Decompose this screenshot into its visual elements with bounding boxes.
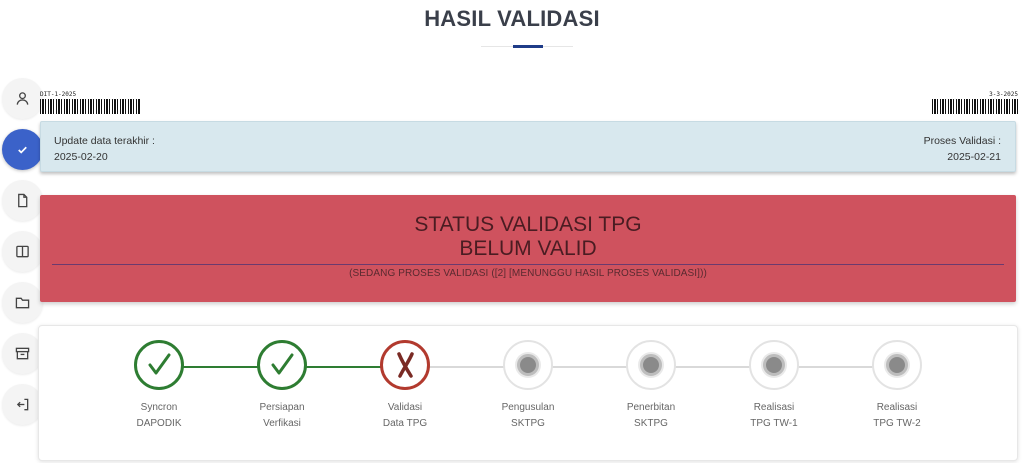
archive-icon: [15, 347, 30, 360]
update-label: Update data terakhir :: [54, 135, 155, 147]
document-icon: [18, 193, 28, 208]
step-status-circle: [749, 340, 799, 390]
step-label-line1: Realisasi: [876, 402, 918, 413]
pending-dot-icon: [640, 354, 662, 376]
pending-dot-icon: [886, 354, 908, 376]
status-note: (SEDANG PROSES VALIDASI ([2] [MENUNGGU H…: [349, 268, 707, 279]
status-banner: STATUS VALIDASI TPG BELUM VALID (SEDANG …: [40, 195, 1016, 302]
update-value: 2025-02-20: [54, 151, 108, 163]
proses-value: 2025-02-21: [947, 151, 1001, 163]
step-label-line1: Realisasi: [753, 402, 795, 413]
title-divider-accent: [513, 45, 543, 48]
step-penerbitan-sktpg[interactable]: Penerbitan SKTPG: [591, 340, 711, 432]
step-label-line2: DAPODIK: [136, 418, 182, 429]
step-label: Syncron DAPODIK: [99, 400, 219, 432]
folder-icon: [15, 297, 30, 309]
step-realisasi-tpg-tw1[interactable]: Realisasi TPG TW-1: [714, 340, 834, 432]
step-label: Penerbitan SKTPG: [591, 400, 711, 432]
step-label-line2: SKTPG: [634, 418, 668, 429]
barcode-left-bars: [40, 99, 140, 114]
checkmark-icon: [148, 353, 171, 375]
proses-info: Proses Validasi : 2025-02-21: [924, 133, 1001, 165]
book-icon: [16, 245, 29, 258]
user-icon: [16, 92, 29, 105]
step-label-line1: Validasi: [387, 402, 423, 413]
step-label: Realisasi TPG TW-1: [714, 400, 834, 432]
progress-steps-panel: Syncron DAPODIK Persiapan Verfikasi Vali…: [38, 325, 1018, 461]
step-status-circle: [380, 340, 430, 390]
step-status-circle: [872, 340, 922, 390]
rail-button-profile[interactable]: [2, 78, 43, 119]
step-label-line2: SKTPG: [511, 418, 545, 429]
rail-button-archive[interactable]: [2, 333, 43, 374]
pending-dot-icon: [517, 354, 539, 376]
cross-icon: [397, 352, 414, 378]
step-label-line2: TPG TW-1: [750, 418, 798, 429]
step-label-line1: Syncron: [140, 402, 178, 413]
step-status-circle: [257, 340, 307, 390]
step-realisasi-tpg-tw2[interactable]: Realisasi TPG TW-2: [837, 340, 957, 432]
rail-button-validasi[interactable]: [2, 129, 43, 170]
rail-button-logout[interactable]: [2, 384, 43, 425]
step-validasi-data-tpg[interactable]: Validasi Data TPG: [345, 340, 465, 432]
barcode-right: 3-3-2025: [932, 90, 1018, 114]
rail-button-document[interactable]: [2, 180, 43, 221]
step-label: Realisasi TPG TW-2: [837, 400, 957, 432]
step-label-line2: TPG TW-2: [873, 418, 921, 429]
status-value: BELUM VALID: [459, 237, 597, 260]
barcode-left-text: DIT-1-2025: [40, 91, 77, 98]
page-title: HASIL VALIDASI: [424, 6, 600, 31]
check-icon: [18, 146, 27, 154]
checkmark-icon: [271, 353, 294, 375]
step-label: Persiapan Verfikasi: [222, 400, 342, 432]
step-status-circle: [134, 340, 184, 390]
pending-dot-icon: [763, 354, 785, 376]
step-label-line1: Persiapan: [259, 402, 305, 413]
step-persiapan-verfikasi[interactable]: Persiapan Verfikasi: [222, 340, 342, 432]
step-syncron-dapodik[interactable]: Syncron DAPODIK: [99, 340, 219, 432]
update-info: Update data terakhir : 2025-02-20: [54, 133, 155, 165]
step-label-line1: Penerbitan: [626, 402, 676, 413]
barcode-right-text: 3-3-2025: [989, 91, 1018, 98]
step-status-circle: [503, 340, 553, 390]
step-pengusulan-sktpg[interactable]: Pengusulan SKTPG: [468, 340, 588, 432]
rail-button-book[interactable]: [2, 231, 43, 272]
step-label: Pengusulan SKTPG: [468, 400, 588, 432]
barcode-left: DIT-1-2025: [40, 90, 140, 114]
barcode-right-bars: [932, 99, 1018, 114]
status-title: STATUS VALIDASI TPG: [414, 213, 642, 236]
step-label: Validasi Data TPG: [345, 400, 465, 432]
proses-label: Proses Validasi :: [923, 135, 1001, 147]
info-panel: Update data terakhir : 2025-02-20 Proses…: [40, 121, 1016, 172]
title-divider: [481, 45, 573, 48]
rail-button-folder[interactable]: [2, 282, 43, 323]
step-label-line2: Verfikasi: [263, 418, 301, 429]
step-label-line1: Pengusulan: [501, 402, 555, 413]
step-status-circle: [626, 340, 676, 390]
logout-icon: [16, 398, 29, 411]
step-label-line2: Data TPG: [382, 418, 428, 429]
status-divider: [52, 264, 1004, 265]
